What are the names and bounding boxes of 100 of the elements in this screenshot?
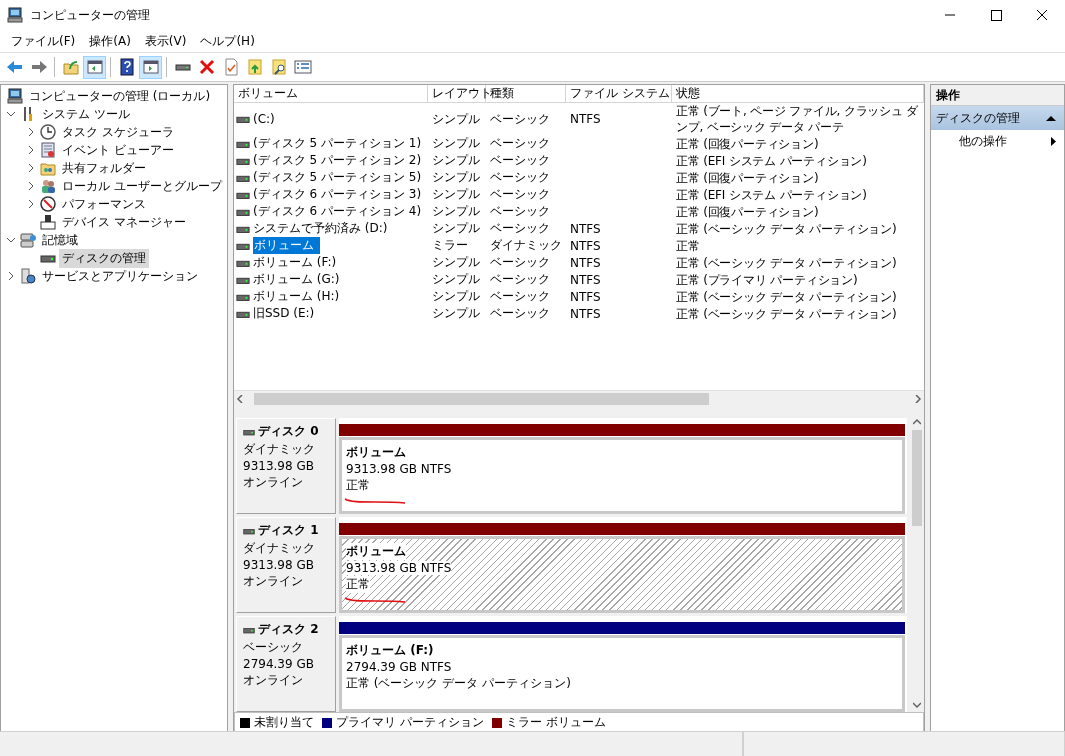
disk-size: 9313.98 GB [243, 558, 315, 572]
users-icon [40, 178, 56, 194]
table-cell: NTFS [570, 255, 601, 270]
disk-type: ダイナミック [243, 441, 316, 458]
volume-name[interactable]: 旧SSD (E:) [253, 305, 315, 322]
volume-name[interactable]: ボリューム (H:) [253, 288, 340, 305]
gauge-icon [40, 196, 56, 212]
table-cell: 正常 (ベーシック データ パーティション) [676, 254, 897, 271]
partition-detail: 9313.98 GB NTFS [346, 561, 452, 575]
table-cell: シンプル [432, 110, 480, 128]
action-section-header[interactable]: ディスクの管理 [931, 106, 1064, 130]
partition-box[interactable]: ボリューム (F:) 2794.39 GB NTFS 正常 (ベーシック データ パーティション) [339, 635, 905, 712]
tree-item[interactable]: イベント ビューアー [59, 140, 177, 160]
tree-item[interactable]: ディスクの管理 [59, 248, 149, 268]
clock-icon [40, 124, 56, 140]
disk-size: 9313.98 GB [243, 459, 315, 473]
chevron-right-icon[interactable] [26, 163, 36, 173]
tree-item[interactable]: システム ツール [39, 104, 133, 124]
partition-detail: 2794.39 GB NTFS [346, 660, 452, 674]
chevron-right-icon[interactable] [26, 145, 36, 155]
table-cell: ベーシック [490, 135, 550, 152]
scroll-down-icon[interactable] [912, 701, 921, 709]
disk-name: ディスク 1 [258, 522, 319, 539]
menu-item[interactable]: ヘルプ(H) [193, 30, 262, 52]
volume-name[interactable]: ボリューム (F:) [253, 254, 337, 271]
scroll-left-icon[interactable] [236, 395, 244, 403]
menu-item[interactable]: 表示(V) [137, 30, 194, 52]
chevron-right-icon[interactable] [26, 199, 36, 209]
partition-box[interactable]: ボリューム 9313.98 GB NTFS 正常 [339, 536, 905, 613]
computer-icon [7, 7, 23, 23]
table-cell: シンプル [432, 305, 480, 322]
table-cell: ベーシック [490, 110, 550, 128]
table-cell: 正常 (ベーシック データ パーティション) [676, 220, 897, 237]
event-log-icon [40, 142, 56, 158]
tree-item[interactable]: サービスとアプリケーション [39, 266, 201, 286]
menu-item[interactable]: ファイル(F) [4, 30, 83, 52]
tree-item[interactable]: タスク スケジューラ [59, 122, 177, 142]
action-item[interactable]: 他の操作 [931, 130, 1064, 152]
collapse-triangle-icon[interactable] [1046, 115, 1056, 121]
toolbar-button[interactable] [139, 55, 162, 79]
volume-name[interactable]: (C:) [253, 112, 275, 126]
table-cell: シンプル [432, 254, 480, 271]
table-cell: NTFS [570, 306, 601, 321]
tree-item[interactable]: コンピューターの管理 (ローカル) [26, 86, 214, 106]
tree-item[interactable]: パフォーマンス [59, 194, 149, 214]
chevron-down-icon[interactable] [6, 235, 16, 245]
partition-box[interactable]: ボリューム 9313.98 GB NTFS 正常 [339, 437, 905, 514]
table-cell: NTFS [570, 112, 601, 126]
volume-name[interactable]: (ディスク 5 パーティション 5) [253, 169, 422, 186]
column-header[interactable]: ボリューム [234, 85, 428, 103]
chevron-right-icon[interactable] [26, 181, 36, 191]
disk-label-panel[interactable]: ディスク 2 ベーシック 2794.39 GB オンライン [236, 616, 336, 712]
tree-item[interactable]: 記憶域 [39, 230, 81, 250]
table-cell: 正常 (回復パーティション) [676, 135, 819, 152]
scrollbar-thumb[interactable] [254, 393, 709, 405]
table-cell: NTFS [570, 289, 601, 304]
scroll-right-icon[interactable] [914, 395, 922, 403]
volume-name[interactable]: (ディスク 6 パーティション 3) [253, 186, 422, 203]
tree-item[interactable]: デバイス マネージャー [59, 212, 189, 232]
table-cell-text: 正常 (ブート, ページ ファイル, クラッシュ ダンプ, ベーシック データ パーテ [676, 103, 920, 135]
partition-status: 正常 [346, 477, 370, 494]
disk-size: 2794.39 GB [243, 657, 315, 671]
table-cell: シンプル [432, 203, 480, 220]
volume-name[interactable]: (ディスク 5 パーティション 2) [253, 152, 422, 169]
tree-item[interactable]: 共有フォルダー [59, 158, 149, 178]
table-cell: ベーシック [490, 220, 550, 237]
volume-name[interactable]: (ディスク 5 パーティション 1) [253, 135, 422, 152]
pane-title: 操作 [931, 85, 1064, 106]
device-icon [40, 214, 56, 230]
table-cell: 正常 (回復パーティション) [676, 169, 819, 186]
legend-label: 未割り当て [254, 714, 314, 731]
shared-folder-icon [40, 160, 56, 176]
volume-name[interactable]: システムで予約済み (D:) [253, 220, 388, 237]
volume-name[interactable]: ボリューム [253, 237, 320, 254]
menu-item[interactable]: 操作(A) [82, 30, 138, 52]
chevron-down-icon[interactable] [6, 109, 16, 119]
disk-name: ディスク 2 [258, 621, 319, 638]
column-header[interactable]: 状態 [672, 85, 924, 103]
table-cell: ベーシック [490, 186, 550, 203]
table-cell: シンプル [432, 135, 480, 152]
table-cell: 正常 (EFI システム パーティション) [676, 186, 867, 203]
scroll-up-icon[interactable] [912, 418, 921, 426]
chevron-right-icon[interactable] [26, 127, 36, 137]
chevron-right-icon[interactable] [6, 271, 16, 281]
column-header[interactable]: ファイル システム [566, 85, 672, 103]
volume-name[interactable]: ボリューム (G:) [253, 271, 340, 288]
partition-name: ボリューム [346, 543, 406, 560]
scrollbar-thumb[interactable] [911, 430, 922, 526]
storage-icon [20, 232, 36, 248]
pane-icon [85, 58, 104, 76]
window-title: コンピューターの管理 [30, 6, 151, 24]
partition-detail: 9313.98 GB NTFS [346, 462, 452, 476]
volume-name[interactable]: (ディスク 6 パーティション 4) [253, 203, 422, 220]
services-icon [20, 268, 36, 284]
toolbar-button[interactable] [83, 55, 106, 79]
checklist-icon [293, 58, 312, 76]
tree-item[interactable]: ローカル ユーザーとグループ [59, 176, 225, 196]
disk-label-panel[interactable]: ディスク 1 ダイナミック 9313.98 GB オンライン [236, 517, 336, 613]
disk-label-panel[interactable]: ディスク 0 ダイナミック 9313.98 GB オンライン [236, 418, 336, 514]
table-cell: ベーシック [490, 305, 550, 322]
